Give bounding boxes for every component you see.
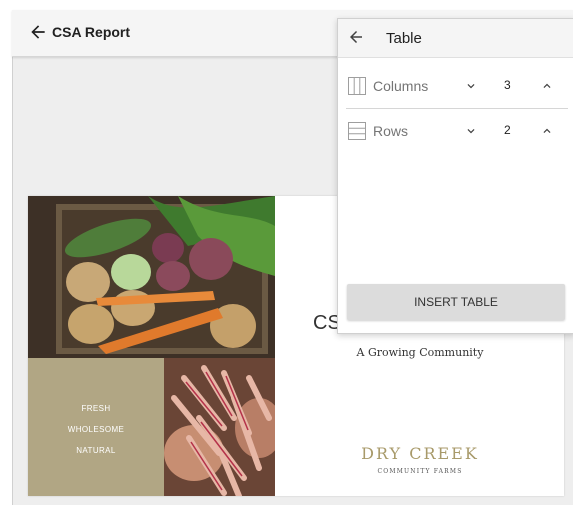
vegetable-crate-image xyxy=(28,196,275,358)
rows-icon xyxy=(348,122,366,140)
columns-label: Columns xyxy=(373,78,429,94)
tagline-block: FRESH WHOLESOME NATURAL xyxy=(28,358,164,496)
divider xyxy=(346,108,568,109)
brand-name: DRY CREEK xyxy=(361,444,479,463)
rows-row: Rows 2 xyxy=(346,110,568,154)
tagline-fresh: FRESH xyxy=(81,404,111,413)
panel-header: Table xyxy=(338,19,573,58)
columns-row: Columns 3 xyxy=(346,65,568,109)
insert-table-button[interactable]: INSERT TABLE xyxy=(347,284,565,320)
page-title: CSA Report xyxy=(52,24,131,40)
back-arrow-icon[interactable] xyxy=(28,22,48,42)
brand-subtitle: COMMUNITY FARMS xyxy=(377,468,463,475)
columns-value: 3 xyxy=(504,78,511,92)
rows-label: Rows xyxy=(373,123,409,139)
chevron-down-icon[interactable] xyxy=(464,124,478,138)
beans-hands-image xyxy=(164,358,275,496)
chevron-down-icon[interactable] xyxy=(464,79,478,93)
chevron-up-icon[interactable] xyxy=(540,124,554,138)
table-panel: Table Columns 3 Rows 2 INSERT TABLE xyxy=(337,18,573,334)
tagline-wholesome: WHOLESOME xyxy=(67,425,125,434)
rows-value: 2 xyxy=(504,123,511,137)
document-subtitle: A Growing Community xyxy=(356,346,484,359)
back-arrow-icon[interactable] xyxy=(347,28,365,46)
columns-icon xyxy=(348,77,366,95)
panel-title: Table xyxy=(386,30,422,47)
tagline-natural: NATURAL xyxy=(76,446,116,455)
chevron-up-icon[interactable] xyxy=(540,79,554,93)
